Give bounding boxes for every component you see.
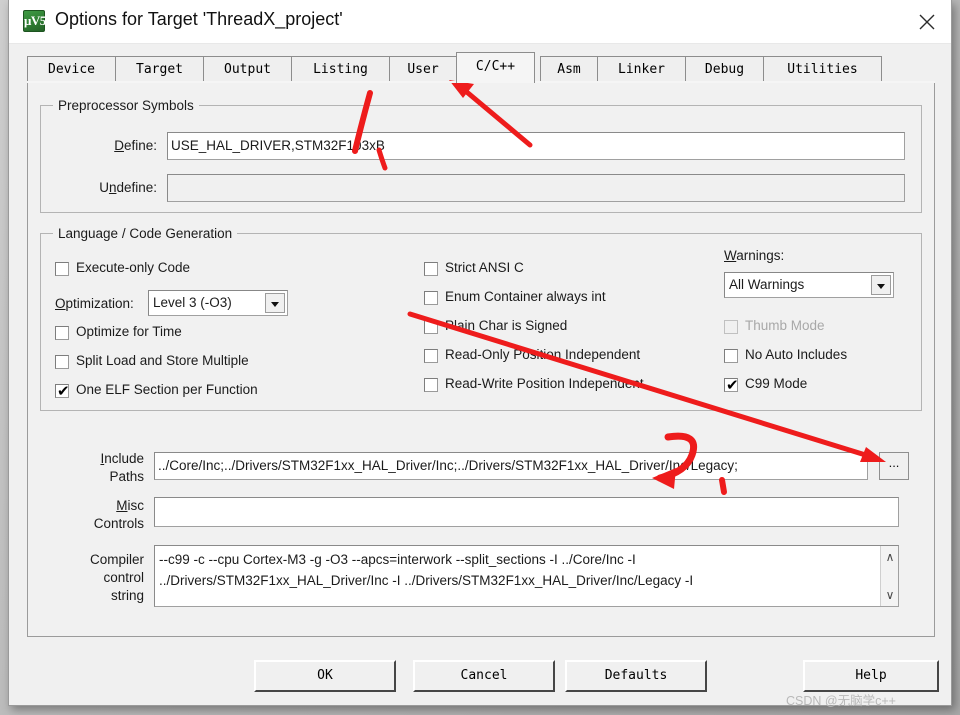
tab-label: Device bbox=[48, 62, 95, 77]
tab-label: Debug bbox=[704, 62, 745, 77]
tab-asm[interactable]: Asm bbox=[540, 56, 598, 82]
scroll-down-icon[interactable]: ∨ bbox=[881, 586, 898, 604]
tab-label: Asm bbox=[557, 62, 581, 77]
checkbox-label: Read-Only Position Independent bbox=[445, 347, 641, 362]
misc-controls-input[interactable] bbox=[154, 497, 899, 527]
checkbox-label: Plain Char is Signed bbox=[445, 318, 568, 333]
tab-listing[interactable]: Listing bbox=[291, 56, 390, 82]
tab-label: Output bbox=[224, 62, 271, 77]
include-paths-label-line1: Include bbox=[100, 451, 144, 466]
checkbox-label: Strict ANSI C bbox=[445, 260, 524, 275]
undefine-label: Undefine: bbox=[99, 180, 157, 195]
tab-label: C/C++ bbox=[475, 59, 516, 74]
warnings-select[interactable]: All Warnings bbox=[724, 272, 894, 298]
tab-debug[interactable]: Debug bbox=[685, 56, 764, 82]
checkbox-label: One ELF Section per Function bbox=[76, 382, 258, 397]
tab-label: User bbox=[407, 62, 439, 77]
window-title: Options for Target 'ThreadX_project' bbox=[55, 9, 343, 29]
compiler-control-text: --c99 -c --cpu Cortex-M3 -g -O3 --apcs=i… bbox=[159, 549, 878, 591]
checkbox-icon bbox=[724, 320, 738, 334]
checkbox-icon[interactable] bbox=[55, 262, 69, 276]
chevron-down-icon[interactable] bbox=[265, 293, 285, 313]
preprocessor-symbols-group: Preprocessor Symbols Define: USE_HAL_DRI… bbox=[40, 98, 922, 213]
preprocessor-group-title: Preprocessor Symbols bbox=[53, 98, 199, 113]
tab-device[interactable]: Device bbox=[27, 56, 116, 82]
warnings-value: All Warnings bbox=[729, 277, 805, 292]
optimization-select[interactable]: Level 3 (-O3) bbox=[148, 290, 288, 316]
tab-strip: Device Target Output Listing User C/C++ Asm Lin… bbox=[27, 52, 935, 83]
check-icon: ✔ bbox=[57, 382, 70, 400]
define-input[interactable]: USE_HAL_DRIVER,STM32F103xB bbox=[167, 132, 905, 160]
tab-output[interactable]: Output bbox=[203, 56, 292, 82]
tab-target[interactable]: Target bbox=[115, 56, 204, 82]
checkbox-label: C99 Mode bbox=[745, 376, 808, 391]
tab-user[interactable]: User bbox=[389, 56, 457, 82]
scroll-up-icon[interactable]: ∧ bbox=[881, 548, 898, 566]
misc-controls-label-line2: Controls bbox=[93, 516, 144, 531]
checkbox-icon[interactable] bbox=[424, 262, 438, 276]
compiler-string-label-line2: control bbox=[103, 570, 144, 585]
compiler-string-label-line3: string bbox=[110, 588, 144, 603]
undefine-input[interactable] bbox=[167, 174, 905, 202]
checkbox-label: Read-Write Position Independent bbox=[445, 376, 644, 391]
checkbox-label: No Auto Includes bbox=[745, 347, 848, 362]
chevron-down-icon[interactable] bbox=[871, 275, 891, 295]
warnings-label: Warnings: bbox=[724, 248, 785, 263]
tab-label: Utilities bbox=[787, 62, 858, 77]
tab-c-c[interactable]: C/C++ bbox=[456, 52, 535, 83]
compiler-scrollbar[interactable]: ∧ ∨ bbox=[880, 546, 898, 606]
defaults-button[interactable]: Defaults bbox=[565, 660, 707, 692]
help-button[interactable]: Help bbox=[803, 660, 939, 692]
checkbox-label: Optimize for Time bbox=[76, 324, 182, 339]
tab-label: Listing bbox=[313, 62, 368, 77]
checkbox-icon[interactable] bbox=[55, 326, 69, 340]
ok-button[interactable]: OK bbox=[254, 660, 396, 692]
tab-utilities[interactable]: Utilities bbox=[763, 56, 882, 82]
tab-label: Target bbox=[136, 62, 183, 77]
tab-linker[interactable]: Linker bbox=[597, 56, 686, 82]
csdn-watermark: CSDN @无脑学c++ bbox=[786, 694, 896, 708]
checkbox-icon[interactable] bbox=[424, 291, 438, 305]
language-group-title: Language / Code Generation bbox=[53, 226, 238, 241]
checkbox-icon[interactable] bbox=[424, 320, 438, 334]
compiler-control-line-1: --c99 -c --cpu Cortex-M3 -g -O3 --apcs=i… bbox=[159, 552, 636, 567]
misc-controls-label-line1: Misc bbox=[116, 498, 144, 513]
include-paths-browse-button[interactable]: ... bbox=[879, 452, 909, 480]
compiler-control-string[interactable]: --c99 -c --cpu Cortex-M3 -g -O3 --apcs=i… bbox=[154, 545, 899, 607]
optimization-value: Level 3 (-O3) bbox=[153, 295, 232, 310]
cpp-settings-panel: Preprocessor Symbols Define: USE_HAL_DRI… bbox=[27, 82, 935, 637]
checkbox-icon[interactable] bbox=[424, 349, 438, 363]
cancel-button[interactable]: Cancel bbox=[413, 660, 555, 692]
close-icon bbox=[919, 14, 935, 30]
check-icon: ✔ bbox=[726, 376, 739, 394]
checkbox-label: Thumb Mode bbox=[745, 318, 825, 333]
title-bar: μV5 Options for Target 'ThreadX_project' bbox=[9, 0, 951, 44]
close-button[interactable] bbox=[903, 0, 951, 43]
checkbox-label: Split Load and Store Multiple bbox=[76, 353, 249, 368]
compiler-control-line-2: ../Drivers/STM32F1xx_HAL_Driver/Inc -I .… bbox=[159, 573, 694, 588]
checkbox-icon[interactable] bbox=[55, 355, 69, 369]
tab-label: Linker bbox=[618, 62, 665, 77]
checkbox-label: Enum Container always int bbox=[445, 289, 606, 304]
options-dialog: μV5 Options for Target 'ThreadX_project'… bbox=[8, 0, 952, 706]
optimization-label: Optimization: bbox=[55, 296, 134, 311]
checkbox-icon[interactable] bbox=[724, 349, 738, 363]
include-paths-input[interactable]: ../Core/Inc;../Drivers/STM32F1xx_HAL_Dri… bbox=[154, 452, 868, 480]
checkbox-icon[interactable]: ✔ bbox=[724, 376, 739, 394]
compiler-string-label-line1: Compiler bbox=[89, 552, 144, 567]
define-label: Define: bbox=[114, 138, 157, 153]
include-paths-label-line2: Paths bbox=[109, 469, 144, 484]
checkbox-icon[interactable]: ✔ bbox=[55, 382, 70, 400]
uvision-logo-icon: μV5 bbox=[23, 10, 46, 32]
checkbox-label: Execute-only Code bbox=[76, 260, 191, 275]
checkbox-icon[interactable] bbox=[424, 378, 438, 392]
language-codegen-group: Language / Code Generation Execute-only … bbox=[40, 226, 922, 411]
